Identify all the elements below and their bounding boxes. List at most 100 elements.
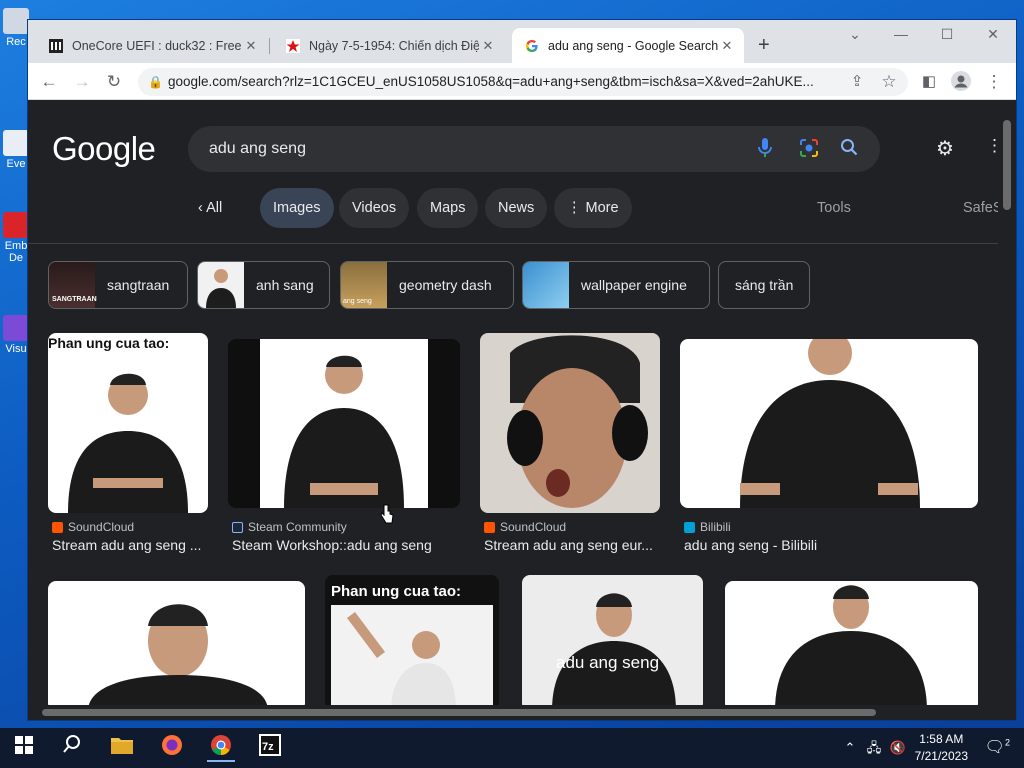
tab-dien-bien[interactable]: Ngày 7-5-1954: Chiến dịch Điện ✕: [273, 28, 505, 63]
clock-date: 7/21/2023: [914, 749, 968, 763]
volume-muted-icon[interactable]: 🔇: [884, 734, 912, 762]
minimize-button[interactable]: —: [886, 26, 916, 42]
firefox-icon[interactable]: [158, 734, 186, 762]
desktop-icon-label: Emb De: [4, 240, 28, 264]
search-icon[interactable]: [838, 138, 860, 160]
filter-more[interactable]: ⋮ More: [554, 188, 632, 228]
tab-onecore[interactable]: OneCore UEFI : duck32 : Free Do ✕: [36, 28, 268, 63]
chrome-menu-icon[interactable]: ⋮: [983, 71, 1005, 93]
apps-grid-icon[interactable]: ⋮⋮: [986, 136, 998, 156]
close-tab-icon[interactable]: ✕: [479, 38, 497, 54]
result-image[interactable]: Phan ung cua tao:: [325, 575, 499, 705]
tools-button[interactable]: Tools: [804, 188, 864, 228]
reload-button[interactable]: ↻: [103, 71, 125, 93]
result-title[interactable]: Steam Workshop::adu ang seng: [232, 537, 472, 553]
result-source[interactable]: Steam Community: [232, 520, 347, 534]
result-source[interactable]: SoundCloud: [484, 520, 566, 534]
notification-center-icon[interactable]: 🗨2: [985, 737, 1010, 757]
file-explorer-icon[interactable]: [108, 734, 136, 762]
lens-icon[interactable]: [798, 138, 820, 160]
result-image[interactable]: [680, 339, 978, 508]
steam-icon: [232, 521, 243, 533]
embarcadero-desktop-icon[interactable]: Emb De: [2, 212, 30, 264]
tab-google-search[interactable]: adu ang seng - Google Search ✕: [512, 28, 744, 63]
filter-maps[interactable]: Maps: [417, 188, 479, 228]
related-chip-sang-tran[interactable]: sáng trần: [718, 261, 811, 309]
event-desktop-icon[interactable]: Eve: [2, 130, 30, 170]
bookmark-star-icon[interactable]: ☆: [878, 71, 900, 93]
source-label: Steam Community: [248, 520, 347, 534]
scrollbar-thumb[interactable]: [1003, 120, 1011, 210]
tab-search-icon[interactable]: ⌄: [840, 26, 870, 43]
source-label: SoundCloud: [500, 520, 567, 534]
notification-count: 2: [1004, 737, 1010, 748]
filter-images[interactable]: Images: [260, 188, 334, 228]
filter-videos[interactable]: Videos: [339, 188, 410, 228]
filter-bar: ‹ All Images Videos Maps News ⋮ More Too…: [28, 188, 998, 228]
close-window-button[interactable]: ✕: [978, 26, 1008, 43]
tab-strip: OneCore UEFI : duck32 : Free Do ✕ Ngày 7…: [28, 20, 1016, 63]
forward-button[interactable]: →: [71, 71, 93, 93]
scrollbar-thumb[interactable]: [42, 709, 876, 716]
result-title[interactable]: adu ang seng - Bilibili: [684, 537, 974, 553]
tab-title: OneCore UEFI : duck32 : Free Do: [72, 38, 242, 53]
result-title[interactable]: Stream adu ang seng eur...: [484, 537, 660, 553]
result-source[interactable]: Bilibili: [684, 520, 731, 534]
settings-gear-icon[interactable]: ⚙: [936, 136, 954, 161]
google-logo[interactable]: Google: [52, 130, 156, 168]
taskbar: 7z ⌃ 🖧 🔇 1:58 AM 7/21/2023 🗨2: [0, 728, 1024, 768]
visual-studio-desktop-icon[interactable]: Visu: [2, 315, 30, 355]
related-label: sangtraan: [107, 277, 170, 293]
related-chip-anh-sang[interactable]: anh sang: [197, 261, 330, 309]
close-tab-icon[interactable]: ✕: [718, 38, 736, 54]
side-panel-icon[interactable]: ◧: [918, 71, 940, 93]
desktop-icon-label: Eve: [6, 158, 26, 170]
recycle-bin-desktop-icon[interactable]: Rec: [2, 8, 30, 48]
browser-toolbar: ← → ↻ 🔒 google.com/search?rlz=1C1GCEU_en…: [28, 63, 1016, 100]
star-flag-icon: [285, 38, 301, 54]
horizontal-scrollbar[interactable]: [28, 705, 1016, 720]
related-chip-wallpaper-engine[interactable]: wallpaper engine: [522, 261, 710, 309]
search-input[interactable]: adu ang seng: [188, 126, 880, 172]
result-image[interactable]: [725, 581, 978, 705]
back-button[interactable]: ←: [38, 71, 60, 93]
related-chip-sangtraan[interactable]: SANGTRAAN sangtraan: [48, 261, 188, 309]
address-bar[interactable]: 🔒 google.com/search?rlz=1C1GCEU_enUS1058…: [138, 68, 908, 96]
thumb-text: ang seng: [343, 298, 372, 305]
thumb-text: SANGTRAAN: [52, 296, 97, 303]
vertical-scrollbar[interactable]: [998, 100, 1016, 705]
result-image[interactable]: Phan ung cua tao:: [48, 333, 208, 513]
related-label: geometry dash: [399, 277, 492, 293]
voice-search-icon[interactable]: [754, 138, 776, 160]
maximize-button[interactable]: ☐: [932, 26, 962, 43]
7zip-icon[interactable]: 7z: [256, 734, 284, 762]
svg-text:7z: 7z: [262, 741, 274, 753]
related-chip-geometry-dash[interactable]: ang seng geometry dash: [340, 261, 514, 309]
profile-icon[interactable]: [950, 71, 972, 93]
result-image[interactable]: [228, 339, 460, 508]
result-image[interactable]: [48, 581, 305, 705]
soundcloud-icon: [484, 521, 495, 533]
share-icon[interactable]: ⇪: [846, 71, 868, 93]
chrome-window: OneCore UEFI : duck32 : Free Do ✕ Ngày 7…: [28, 20, 1016, 720]
start-button[interactable]: [10, 734, 38, 762]
result-image[interactable]: adu ang seng: [522, 575, 703, 705]
result-title[interactable]: Stream adu ang seng ...: [52, 537, 212, 553]
filter-news[interactable]: News: [485, 188, 548, 228]
related-label: wallpaper engine: [581, 277, 687, 293]
safesearch-button[interactable]: SafeS: [950, 188, 998, 228]
result-image[interactable]: [480, 333, 660, 513]
image-caption: adu ang seng: [556, 653, 660, 672]
chat-bubble-icon: 🗨: [984, 739, 1005, 756]
result-source[interactable]: SoundCloud: [52, 520, 134, 534]
new-tab-button[interactable]: +: [758, 34, 770, 57]
system-clock[interactable]: 1:58 AM 7/21/2023: [915, 731, 968, 765]
chrome-taskbar-icon[interactable]: [207, 734, 235, 762]
close-tab-icon[interactable]: ✕: [242, 38, 260, 54]
filter-all[interactable]: ‹ All: [190, 188, 230, 228]
desktop-icon-label: Visu: [5, 343, 27, 355]
search-icon[interactable]: [58, 734, 86, 762]
visual-studio-icon: [3, 315, 29, 341]
recycle-bin-icon: [3, 8, 29, 34]
desktop-icon-label: Rec: [6, 36, 26, 48]
